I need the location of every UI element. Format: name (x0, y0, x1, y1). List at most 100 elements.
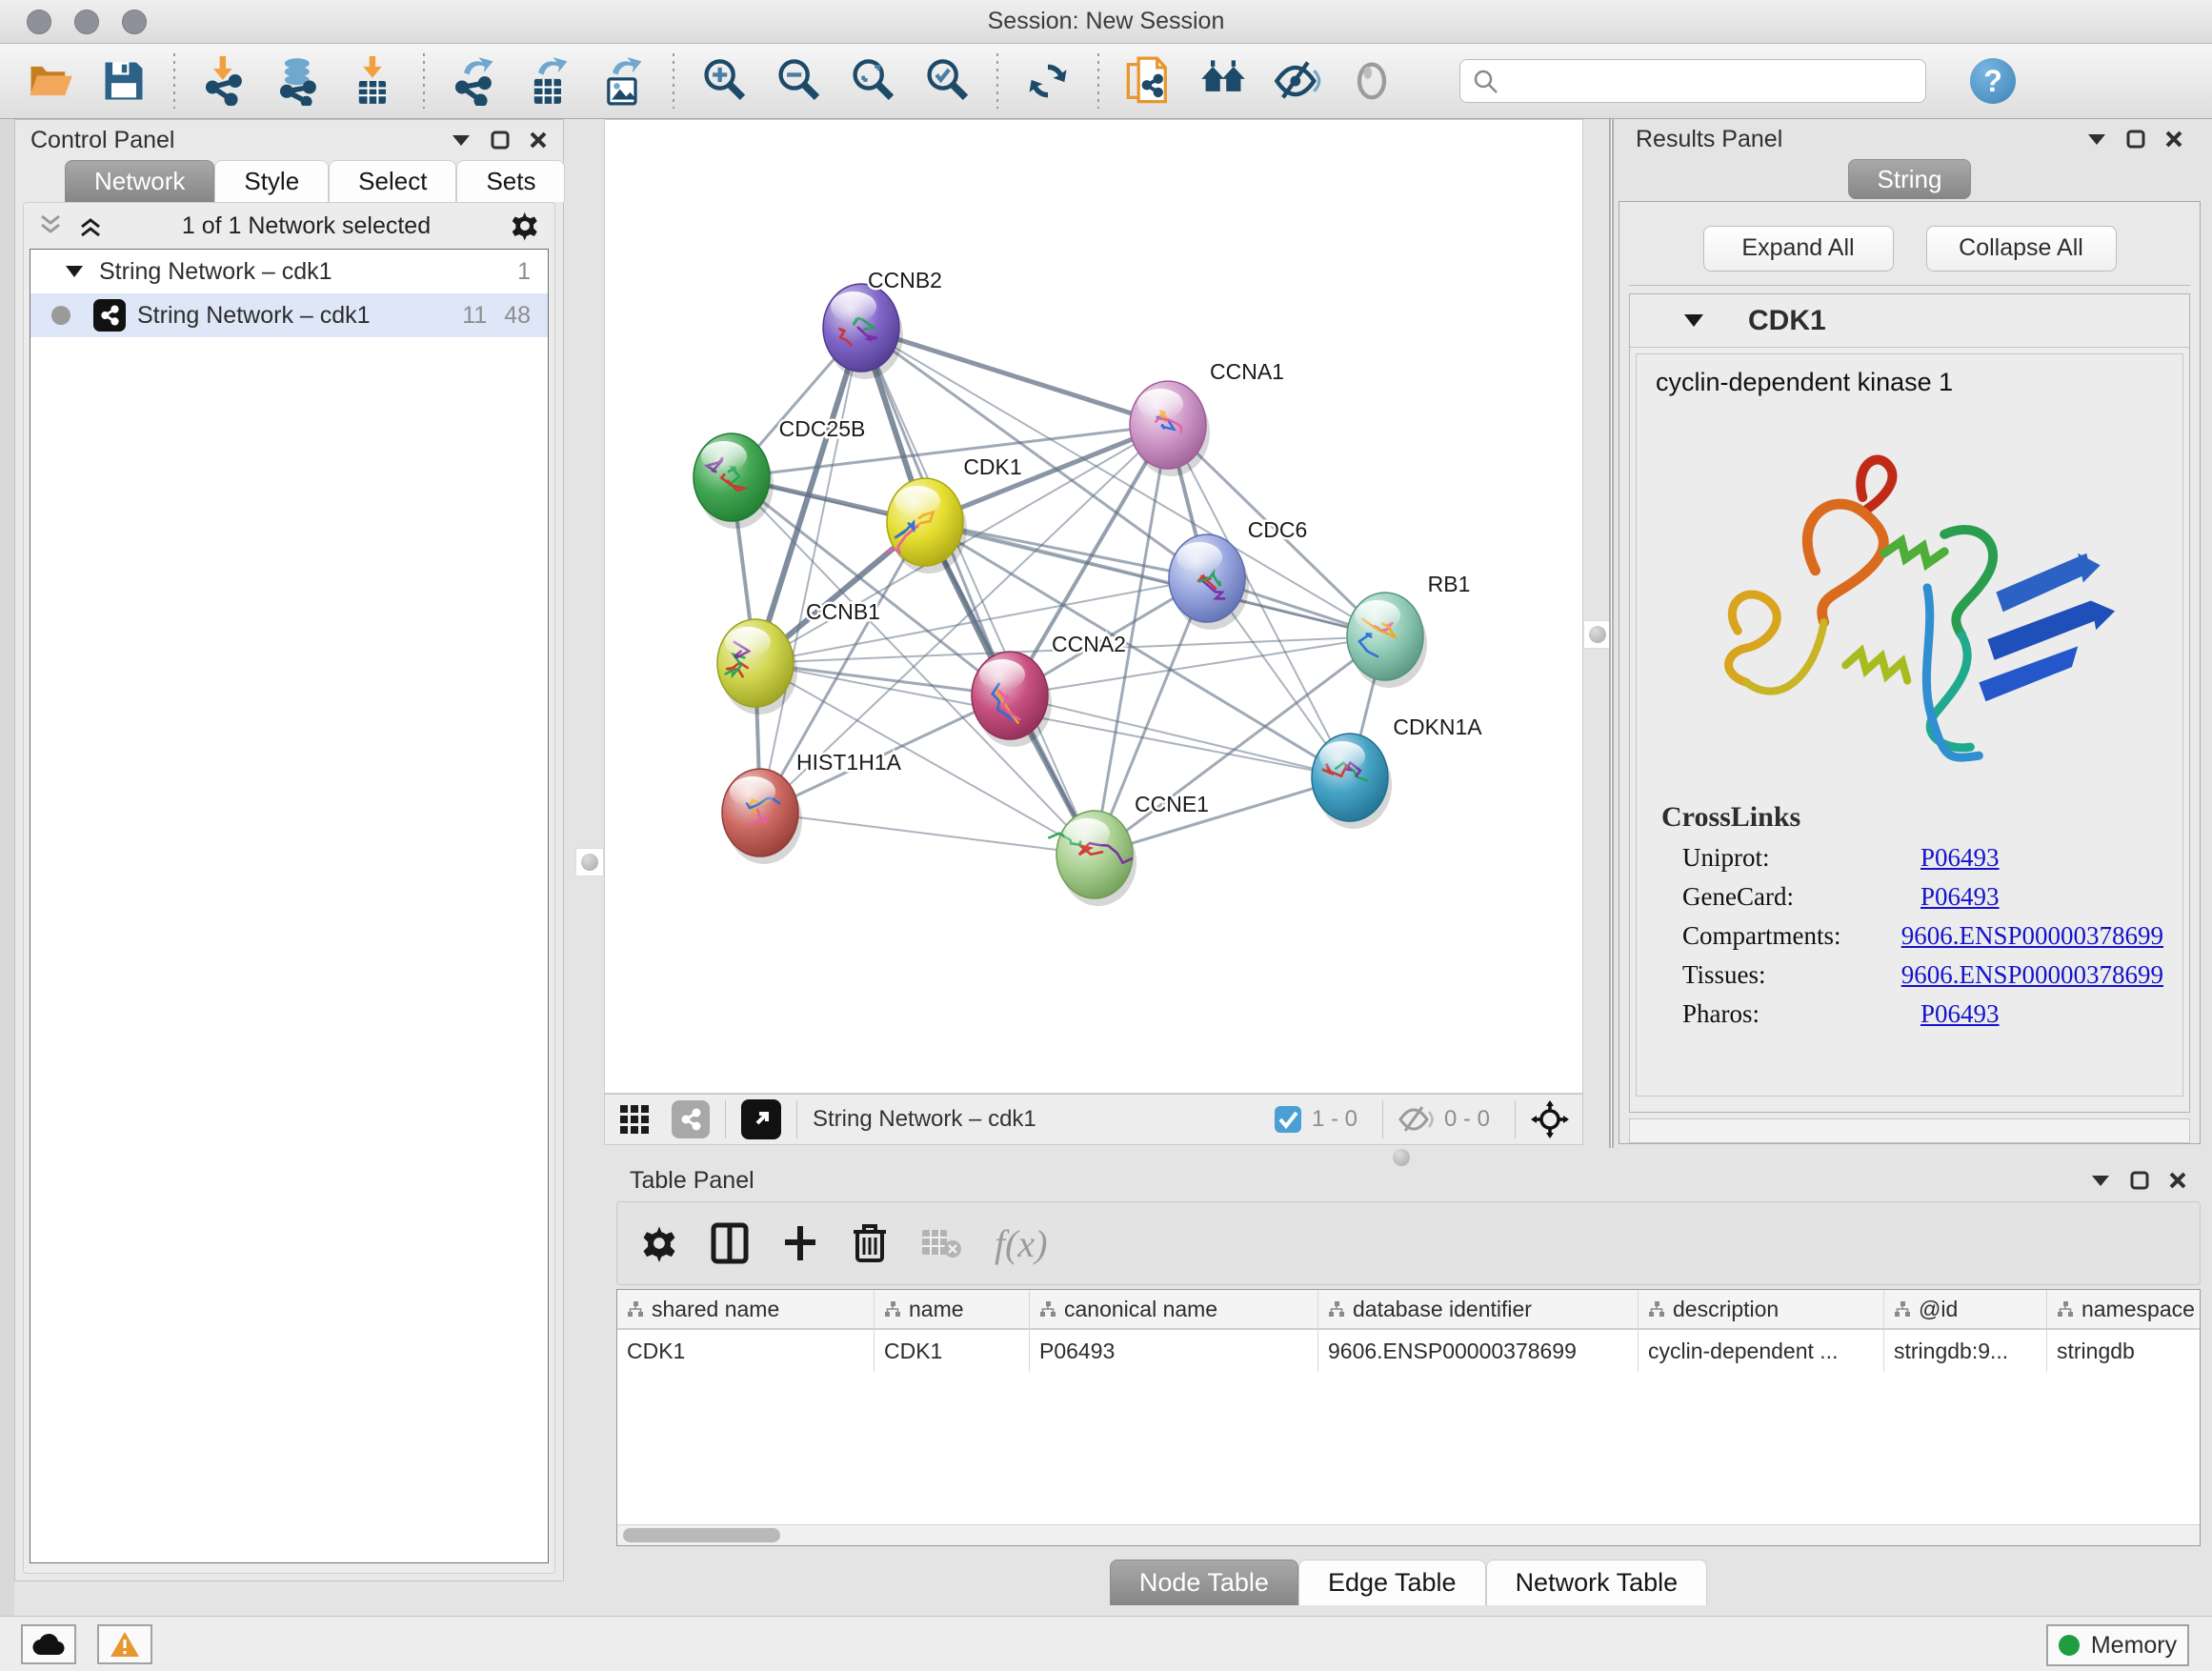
float-panel-icon[interactable] (451, 133, 472, 147)
column-header[interactable]: database identifier (1318, 1290, 1639, 1328)
table-options-gear-icon[interactable] (640, 1224, 678, 1262)
tab-node-table[interactable]: Node Table (1110, 1560, 1298, 1605)
collapse-all-icon[interactable] (37, 212, 64, 239)
table-cell[interactable]: cyclin-dependent ... (1639, 1330, 1884, 1372)
float-panel-icon[interactable] (2086, 132, 2107, 146)
fit-content-crosshair-icon[interactable] (1531, 1100, 1569, 1138)
string-network-graph[interactable]: CCNB2CCNA1CDC25BCDK1CDC6RB1CCNB1CCNA2CDK… (605, 120, 1582, 1093)
birds-eye-view-icon[interactable] (618, 1103, 651, 1136)
footer-separator (1515, 1100, 1516, 1138)
table-row[interactable]: CDK1 CDK1 P06493 9606.ENSP00000378699 cy… (617, 1330, 2200, 1372)
column-header[interactable]: namespace (2047, 1290, 2201, 1328)
restore-panel-icon[interactable] (491, 131, 510, 150)
show-graphics-details-icon[interactable] (1347, 56, 1397, 106)
column-header[interactable]: description (1639, 1290, 1884, 1328)
refresh-icon[interactable] (1023, 56, 1073, 106)
window-title: Session: New Session (0, 8, 2212, 35)
collapse-all-button[interactable]: Collapse All (1926, 226, 2117, 272)
crosslink-row: GeneCard: P06493 (1682, 882, 2163, 912)
memory-button[interactable]: Memory (2046, 1624, 2189, 1666)
tab-edge-table[interactable]: Edge Table (1298, 1560, 1486, 1605)
crosslink-link[interactable]: P06493 (1920, 999, 2000, 1029)
table-cell[interactable]: stringdb (2047, 1330, 2201, 1372)
warnings-button[interactable] (97, 1624, 152, 1664)
import-network-from-database-icon[interactable] (274, 56, 324, 106)
crosslink-link[interactable]: 9606.ENSP00000378699 (1901, 921, 2163, 951)
import-network-icon[interactable] (200, 56, 250, 106)
restore-panel-icon[interactable] (2126, 130, 2145, 149)
tab-network-table[interactable]: Network Table (1486, 1560, 1708, 1605)
network-canvas[interactable]: CCNB2CCNA1CDC25BCDK1CDC6RB1CCNB1CCNA2CDK… (604, 119, 1583, 1094)
close-panel-icon[interactable] (2164, 130, 2183, 149)
crosslink-link[interactable]: 9606.ENSP00000378699 (1901, 960, 2163, 990)
column-header[interactable]: name (875, 1290, 1030, 1328)
crosslink-link[interactable]: P06493 (1920, 882, 2000, 912)
delete-table-icon[interactable] (920, 1226, 962, 1260)
hidden-eye-icon[interactable] (1398, 1105, 1435, 1134)
string-import-icon[interactable] (1124, 56, 1174, 106)
control-panel-title: Control Panel (30, 127, 174, 154)
function-builder-icon[interactable]: f(x) (995, 1221, 1048, 1266)
table-cell[interactable]: P06493 (1030, 1330, 1318, 1372)
close-panel-icon[interactable] (529, 131, 548, 150)
gene-expander-icon[interactable] (1683, 313, 1704, 328)
table-panel-title: Table Panel (630, 1167, 754, 1195)
zoom-out-icon[interactable] (774, 56, 823, 106)
network-row[interactable]: String Network – cdk1 11 48 (30, 293, 548, 337)
network-collection-row[interactable]: String Network – cdk1 1 (30, 250, 548, 293)
expand-all-icon[interactable] (77, 212, 104, 239)
export-table-icon[interactable] (524, 56, 573, 106)
column-header[interactable]: @id (1884, 1290, 2047, 1328)
column-header[interactable]: shared name (617, 1290, 875, 1328)
export-network-icon[interactable] (450, 56, 499, 106)
tab-sets[interactable]: Sets (456, 160, 565, 202)
results-splitter[interactable] (1609, 119, 1614, 1148)
table-horizontal-scrollbar[interactable] (617, 1524, 2200, 1545)
save-session-icon[interactable] (99, 56, 149, 106)
tab-style[interactable]: Style (214, 160, 329, 202)
tab-select[interactable]: Select (329, 160, 456, 202)
close-panel-icon[interactable] (2168, 1171, 2187, 1190)
delete-column-icon[interactable] (852, 1222, 888, 1264)
hide-unhide-icon[interactable] (1273, 56, 1322, 106)
selected-checkbox-icon[interactable] (1274, 1105, 1302, 1134)
footer-separator (1382, 1100, 1383, 1138)
cloud-status-button[interactable] (21, 1624, 76, 1664)
network-options-gear-icon[interactable] (509, 210, 541, 242)
left-splitter-handle[interactable] (575, 848, 604, 876)
export-image-icon[interactable] (598, 56, 648, 106)
zoom-fit-icon[interactable] (848, 56, 897, 106)
expand-all-button[interactable]: Expand All (1703, 226, 1894, 272)
search-icon (1473, 69, 1499, 95)
column-header[interactable]: canonical name (1030, 1290, 1318, 1328)
table-cell[interactable]: CDK1 (617, 1330, 875, 1372)
tab-network[interactable]: Network (65, 160, 214, 202)
help-button[interactable]: ? (1970, 58, 2016, 104)
string-home-icon[interactable] (1198, 56, 1248, 106)
zoom-in-icon[interactable] (699, 56, 749, 106)
float-panel-icon[interactable] (2090, 1174, 2111, 1187)
detach-view-icon[interactable] (741, 1099, 781, 1139)
zoom-selected-icon[interactable] (922, 56, 972, 106)
import-table-icon[interactable] (349, 56, 398, 106)
footer-separator (796, 1100, 797, 1138)
right-splitter-handle[interactable] (1583, 620, 1612, 649)
restore-panel-icon[interactable] (2130, 1171, 2149, 1190)
show-columns-icon[interactable] (711, 1222, 749, 1264)
memory-status-dot (2059, 1635, 2080, 1656)
crosslink-link[interactable]: P06493 (1920, 843, 2000, 873)
create-column-icon[interactable] (781, 1222, 819, 1264)
search-input[interactable] (1459, 59, 1926, 103)
network-view-footer: String Network – cdk1 1 - 0 0 - 0 (604, 1094, 1583, 1145)
collection-expander-icon[interactable] (65, 265, 84, 278)
network-overview-toggle-icon[interactable] (672, 1100, 710, 1138)
scrollbar-thumb[interactable] (623, 1528, 780, 1542)
results-scrollbar-track[interactable] (1629, 1118, 2190, 1143)
table-cell[interactable]: stringdb:9... (1884, 1330, 2047, 1372)
tab-string-results[interactable]: String (1848, 159, 1972, 199)
table-cell[interactable]: 9606.ENSP00000378699 (1318, 1330, 1639, 1372)
open-session-icon[interactable] (25, 56, 74, 106)
collection-label: String Network – cdk1 (99, 258, 332, 286)
table-cell[interactable]: CDK1 (875, 1330, 1030, 1372)
titlebar: Session: New Session (0, 0, 2212, 44)
